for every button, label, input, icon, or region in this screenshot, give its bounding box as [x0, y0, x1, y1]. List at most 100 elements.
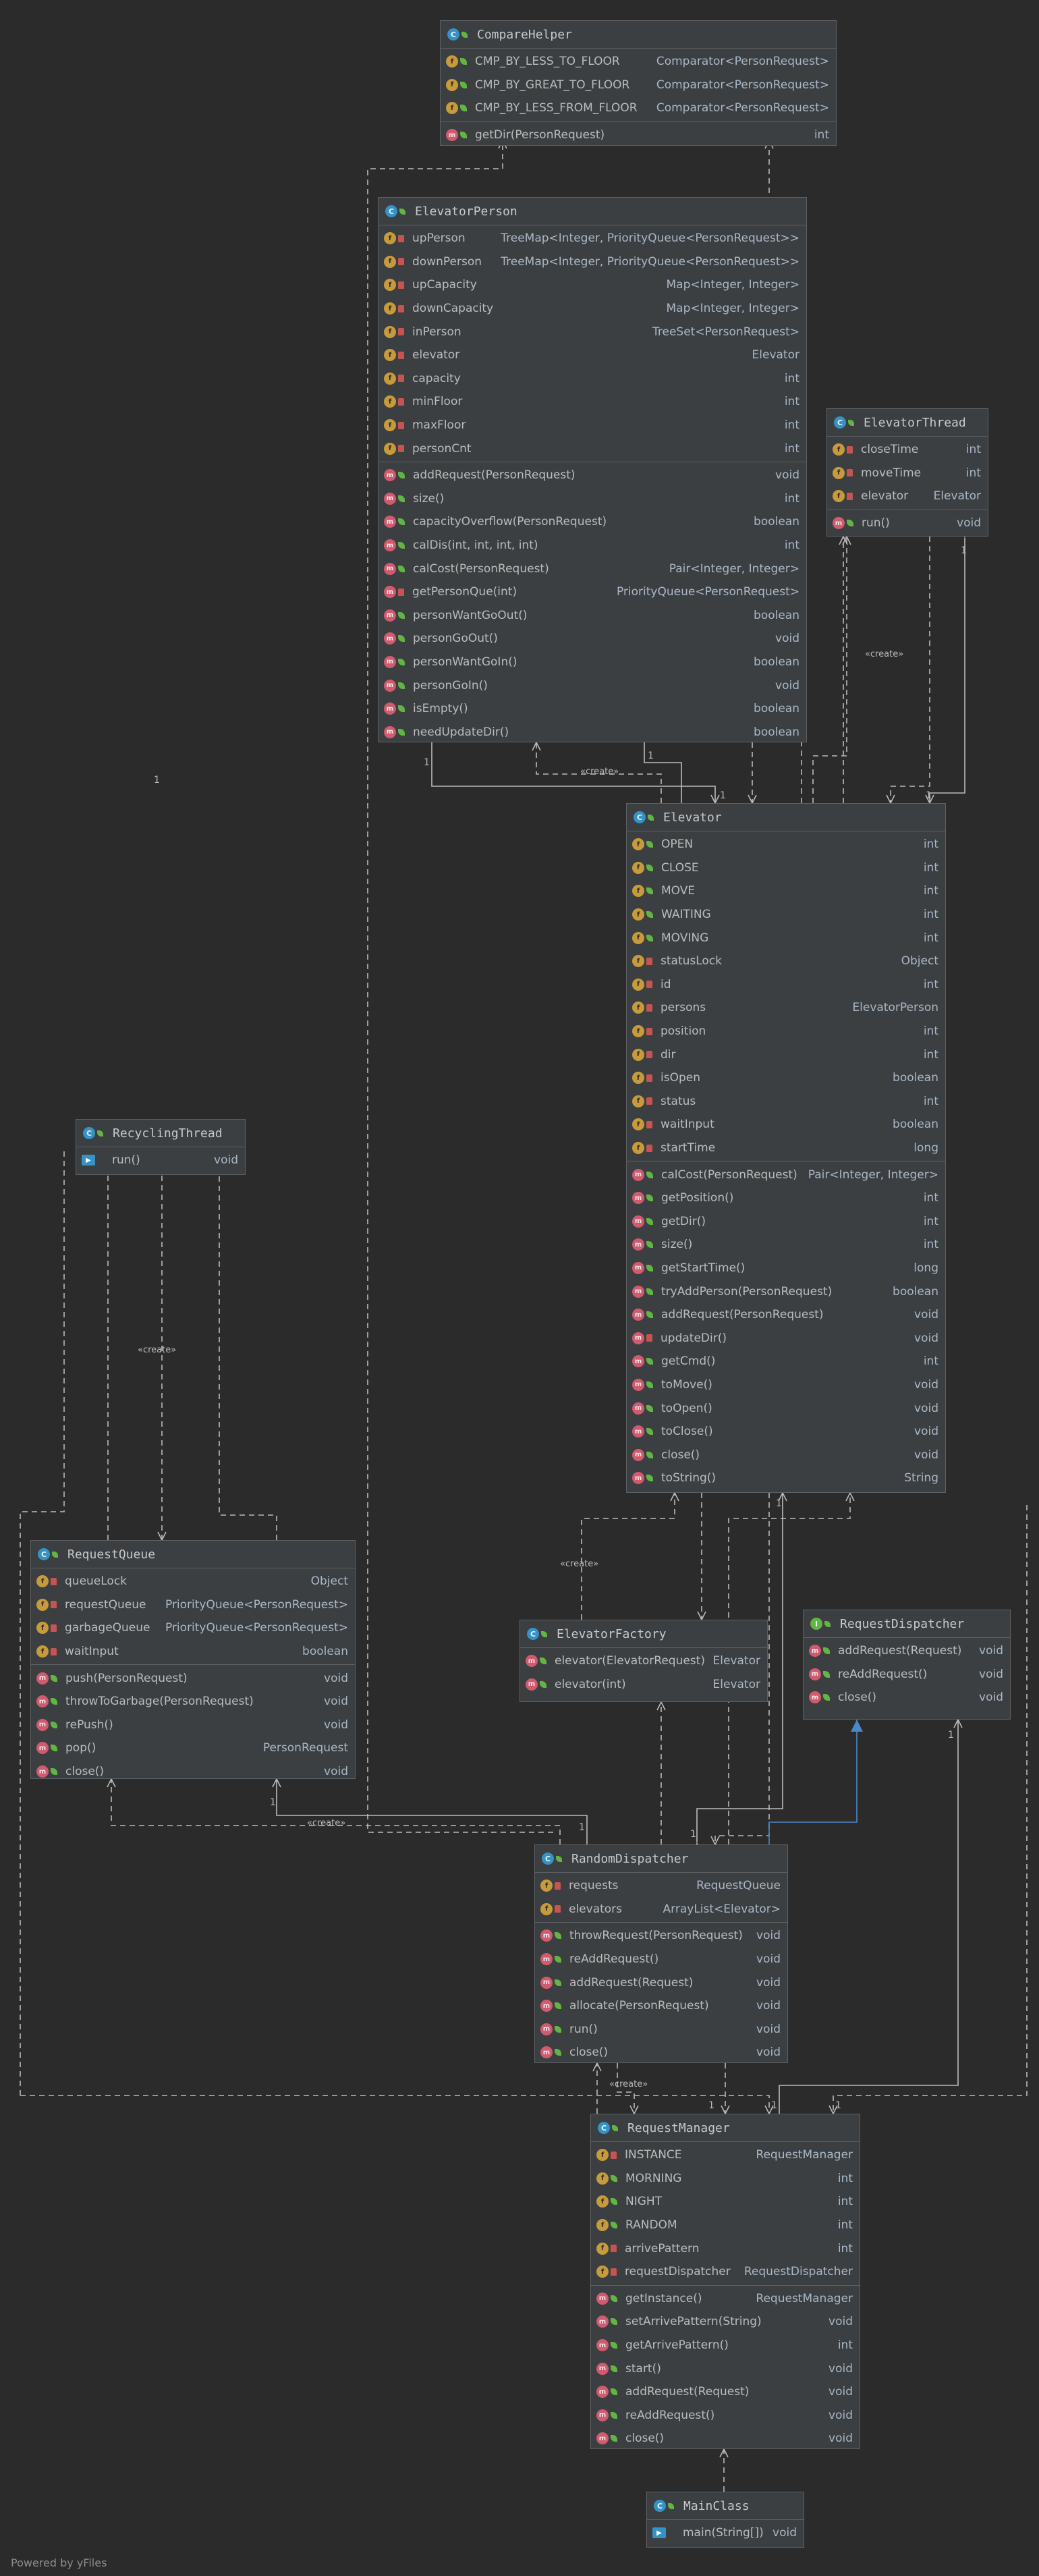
method-row[interactable]: m close() void — [627, 1443, 945, 1467]
class-box-elevatorperson[interactable]: C ElevatorPerson f upPerson TreeMap<Integer… — [378, 197, 807, 742]
method-row[interactable]: m getDir() int — [627, 1210, 945, 1234]
field-row[interactable]: f INSTANCE RequestManager — [591, 2143, 860, 2167]
method-row[interactable]: m updateDir() void — [627, 1326, 945, 1350]
method-row[interactable]: m close() void — [535, 2041, 787, 2064]
method-row[interactable]: m push(PersonRequest) void — [31, 1666, 355, 1690]
field-row[interactable]: f upCapacity Map<Integer, Integer> — [378, 273, 806, 297]
field-row[interactable]: f requests RequestQueue — [535, 1874, 787, 1898]
method-row[interactable]: m getDir(PersonRequest) int — [441, 124, 836, 147]
method-row[interactable]: m personWantGoIn() boolean — [378, 651, 806, 674]
method-row[interactable]: m personGoIn() void — [378, 674, 806, 697]
field-row[interactable]: f maxFloor int — [378, 414, 806, 437]
field-row[interactable]: f statusLock Object — [627, 950, 945, 973]
class-box-mainclass[interactable]: C MainClass ▶ main(String[]) void — [646, 2492, 804, 2548]
field-row[interactable]: f queueLock Object — [31, 1570, 355, 1593]
method-row[interactable]: m tryAddPerson(PersonRequest) boolean — [627, 1280, 945, 1303]
method-row[interactable]: m close() void — [591, 2427, 860, 2450]
method-row[interactable]: m addRequest(Request) void — [804, 1639, 1010, 1663]
class-box-elevatorthread[interactable]: C ElevatorThread f closeTime int f moveTime i… — [826, 408, 988, 537]
field-row[interactable]: f NIGHT int — [591, 2190, 860, 2214]
method-row[interactable]: m reAddRequest() void — [591, 2404, 860, 2428]
field-row[interactable]: f CMP_BY_GREAT_TO_FLOOR Comparator<PersonR… — [441, 74, 836, 97]
class-box-recyclingthread[interactable]: C RecyclingThread ▶ run() void — [76, 1119, 246, 1175]
method-row[interactable]: m size() int — [627, 1233, 945, 1257]
class-box-requestqueue[interactable]: C RequestQueue f queueLock Object f requestQ… — [30, 1540, 356, 1779]
field-row[interactable]: f waitInput boolean — [31, 1640, 355, 1664]
field-row[interactable]: f id int — [627, 973, 945, 997]
method-row[interactable]: m toClose() void — [627, 1420, 945, 1444]
method-row[interactable]: m personGoOut() void — [378, 627, 806, 651]
method-row[interactable]: m capacityOverflow(PersonRequest) boolean — [378, 510, 806, 534]
field-row[interactable]: f MORNING int — [591, 2167, 860, 2191]
field-row[interactable]: f minFloor int — [378, 390, 806, 414]
method-row[interactable]: m getInstance() RequestManager — [591, 2287, 860, 2311]
method-row[interactable]: m toString() String — [627, 1467, 945, 1490]
method-row[interactable]: m elevator(int) Elevator — [520, 1673, 767, 1697]
class-box-requestmanager[interactable]: C RequestManager f INSTANCE RequestManager … — [590, 2114, 860, 2449]
field-row[interactable]: f requestDispatcher RequestDispatcher — [591, 2260, 860, 2284]
field-row[interactable]: f moveTime int — [827, 462, 988, 485]
method-row[interactable]: m calCost(PersonRequest) Pair<Integer, Int… — [627, 1163, 945, 1186]
method-row[interactable]: m getCmd() int — [627, 1350, 945, 1373]
field-row[interactable]: f upPerson TreeMap<Integer, PriorityQueue<… — [378, 227, 806, 250]
method-row[interactable]: m getPersonQue(int) PriorityQueue<PersonRe… — [378, 580, 806, 604]
method-row[interactable]: ▶ run() void — [76, 1149, 245, 1172]
method-row[interactable]: m addRequest(PersonRequest) void — [627, 1303, 945, 1327]
field-row[interactable]: f elevators ArrayList<Elevator> — [535, 1898, 787, 1921]
field-row[interactable]: f personCnt int — [378, 437, 806, 460]
method-row[interactable]: m calCost(PersonRequest) Pair<Integer, Int… — [378, 557, 806, 580]
class-box-requestdispatcher[interactable]: I RequestDispatcher m addRequest(Request) v… — [803, 1610, 1011, 1720]
method-row[interactable]: m elevator(ElevatorRequest) Elevator — [520, 1649, 767, 1673]
method-row[interactable]: m pop() PersonRequest — [31, 1736, 355, 1760]
field-row[interactable]: f dir int — [627, 1043, 945, 1066]
field-row[interactable]: f garbageQueue PriorityQueue<PersonRequest… — [31, 1616, 355, 1640]
method-row[interactable]: m toOpen() void — [627, 1396, 945, 1420]
field-row[interactable]: f status int — [627, 1090, 945, 1114]
field-row[interactable]: f CLOSE int — [627, 856, 945, 880]
method-row[interactable]: m isEmpty() boolean — [378, 697, 806, 721]
field-row[interactable]: f startTime long — [627, 1136, 945, 1160]
method-row[interactable]: m getStartTime() long — [627, 1257, 945, 1280]
field-row[interactable]: f RANDOM int — [591, 2214, 860, 2237]
field-row[interactable]: f waitInput boolean — [627, 1113, 945, 1136]
method-row[interactable]: m close() void — [31, 1760, 355, 1784]
method-row[interactable]: m addRequest(Request) void — [535, 1971, 787, 1994]
method-row[interactable]: m rePush() void — [31, 1714, 355, 1737]
method-row[interactable]: m personWantGoOut() boolean — [378, 604, 806, 628]
method-row[interactable]: m run() void — [535, 2018, 787, 2041]
method-row[interactable]: m reAddRequest() void — [804, 1663, 1010, 1687]
field-row[interactable]: f MOVE int — [627, 879, 945, 903]
class-box-comparehelper[interactable]: C CompareHelper f CMP_BY_LESS_TO_FLOOR Comp… — [440, 20, 837, 146]
class-box-elevator[interactable]: C Elevator f OPEN int f CLOSE int f MOVE int f W… — [626, 803, 946, 1493]
field-row[interactable]: f CMP_BY_LESS_TO_FLOOR Comparator<PersonRe… — [441, 50, 836, 74]
field-row[interactable]: f capacity int — [378, 367, 806, 391]
method-row[interactable]: m setArrivePattern(String) void — [591, 2310, 860, 2334]
field-row[interactable]: f isOpen boolean — [627, 1066, 945, 1090]
method-row[interactable]: m reAddRequest() void — [535, 1948, 787, 1971]
method-row[interactable]: m calDis(int, int, int, int) int — [378, 534, 806, 557]
field-row[interactable]: f closeTime int — [827, 438, 988, 462]
field-row[interactable]: f CMP_BY_LESS_FROM_FLOOR Comparator<Person… — [441, 97, 836, 120]
method-row[interactable]: m needUpdateDir() boolean — [378, 720, 806, 744]
field-row[interactable]: f OPEN int — [627, 833, 945, 856]
method-row[interactable]: m getArrivePattern() int — [591, 2334, 860, 2357]
method-row[interactable]: m addRequest(PersonRequest) void — [378, 464, 806, 487]
method-row[interactable]: ▶ main(String[]) void — [647, 2521, 804, 2545]
field-row[interactable]: f downCapacity Map<Integer, Integer> — [378, 297, 806, 321]
field-row[interactable]: f elevator Elevator — [827, 485, 988, 508]
field-row[interactable]: f MOVING int — [627, 926, 945, 950]
method-row[interactable]: m throwToGarbage(PersonRequest) void — [31, 1690, 355, 1714]
field-row[interactable]: f arrivePattern int — [591, 2237, 860, 2260]
field-row[interactable]: f downPerson TreeMap<Integer, PriorityQueu… — [378, 250, 806, 274]
field-row[interactable]: f WAITING int — [627, 903, 945, 927]
method-row[interactable]: m start() void — [591, 2357, 860, 2380]
field-row[interactable]: f position int — [627, 1020, 945, 1043]
method-row[interactable]: m addRequest(Request) void — [591, 2380, 860, 2404]
field-row[interactable]: f persons ElevatorPerson — [627, 996, 945, 1020]
class-box-randomdispatcher[interactable]: C RandomDispatcher f requests RequestQueue … — [534, 1844, 788, 2063]
field-row[interactable]: f inPerson TreeSet<PersonRequest> — [378, 320, 806, 344]
class-box-elevatorfactory[interactable]: C ElevatorFactory m elevator(ElevatorReque… — [520, 1620, 768, 1702]
method-row[interactable]: m getPosition() int — [627, 1186, 945, 1210]
method-row[interactable]: m throwRequest(PersonRequest) void — [535, 1924, 787, 1948]
method-row[interactable]: m close() void — [804, 1686, 1010, 1709]
